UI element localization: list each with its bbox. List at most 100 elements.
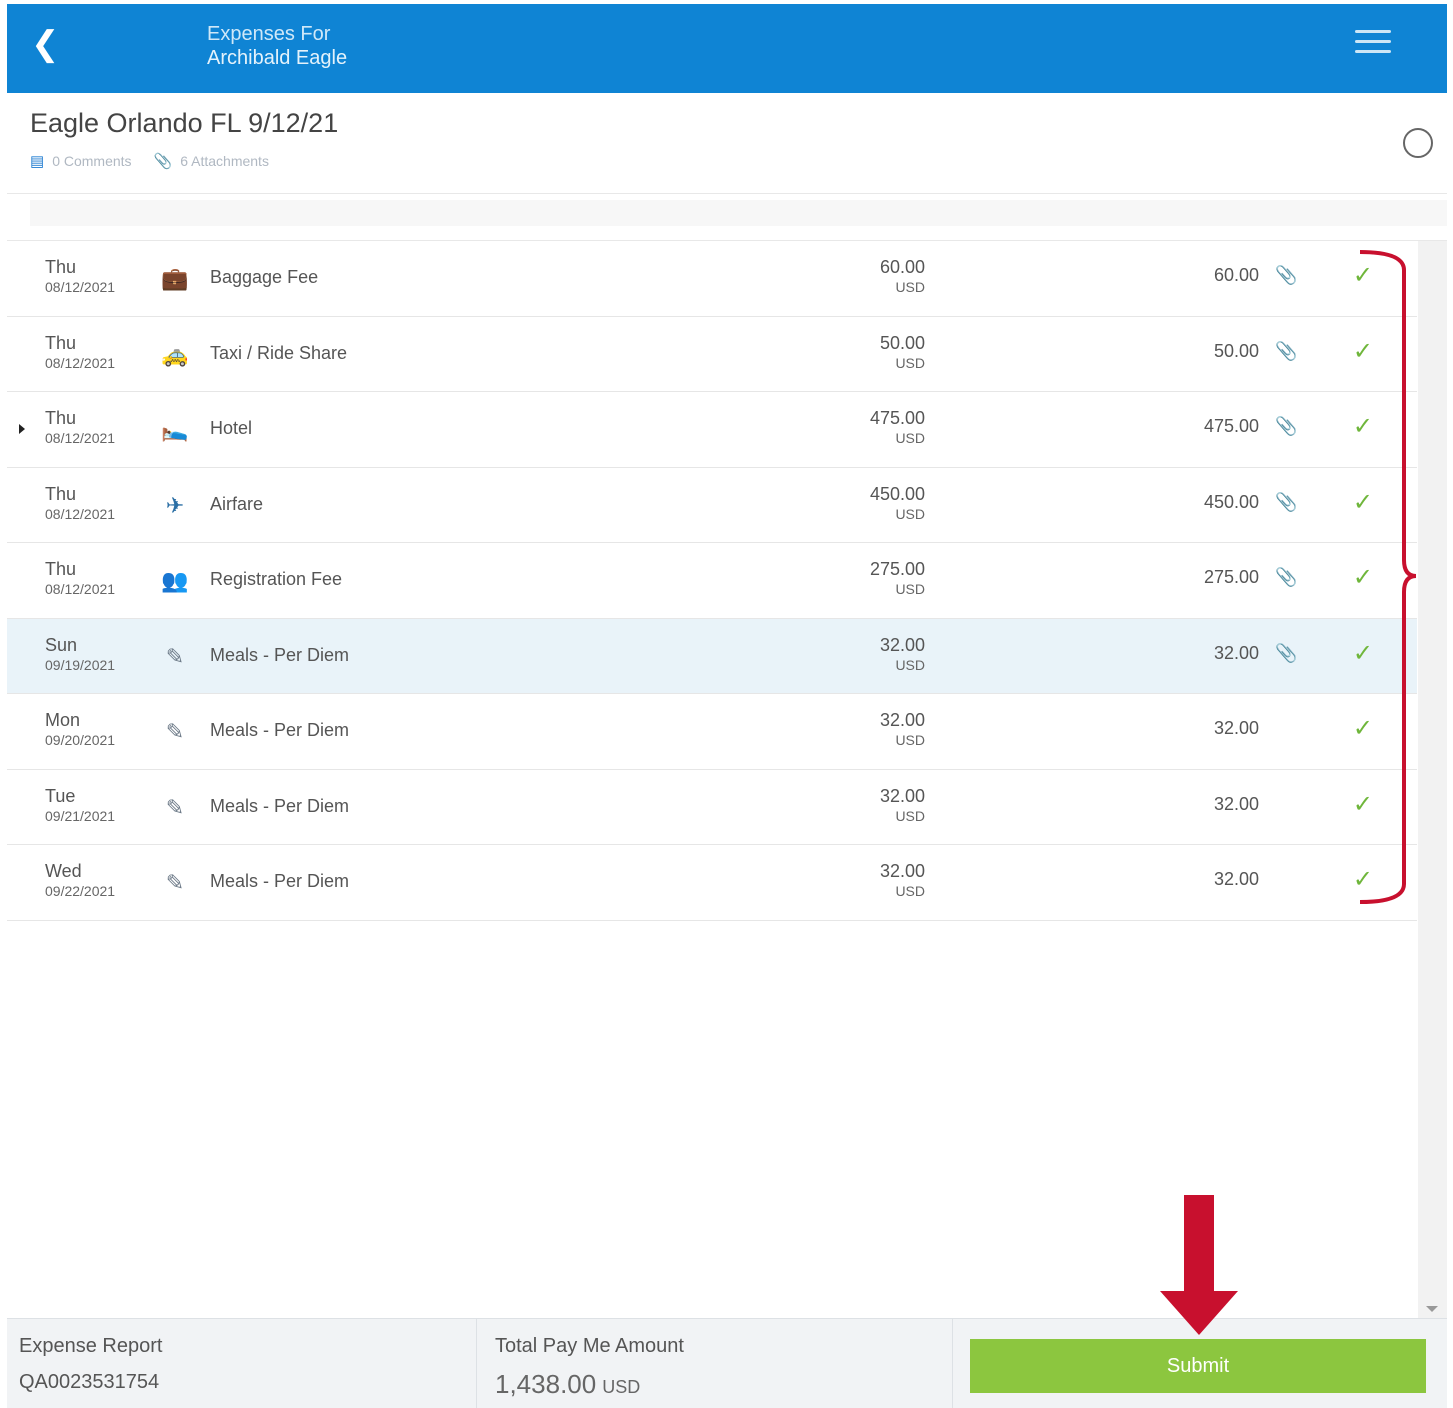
- expense-row[interactable]: Thu 08/12/2021 👥 Registration Fee 275.00…: [7, 543, 1417, 619]
- expense-row[interactable]: Thu 08/12/2021 🛌 Hotel 475.00 USD 475.00…: [7, 392, 1417, 468]
- approved-amount: 450.00: [1203, 491, 1259, 512]
- expense-type: Hotel: [210, 418, 253, 438]
- approved-amount: 32.00: [1213, 642, 1259, 663]
- expense-amount: 60.00: [879, 257, 925, 277]
- attachment-icon[interactable]: 📎: [1275, 492, 1297, 516]
- approved-amount: 32.00: [1213, 793, 1259, 814]
- total-currency: USD: [602, 1377, 641, 1397]
- divider: [7, 193, 1447, 194]
- expense-date: 08/12/2021: [45, 430, 116, 446]
- attachment-icon[interactable]: 📎: [1275, 416, 1297, 440]
- expense-currency: USD: [895, 354, 925, 371]
- total-label: Total Pay Me Amount: [495, 1335, 684, 1357]
- expense-currency: USD: [895, 581, 925, 597]
- expense-currency: USD: [895, 430, 925, 446]
- total-info: Total Pay Me Amount 1,438.00 USD: [478, 1319, 953, 1408]
- header-title: Expenses For Archibald Eagle: [207, 22, 347, 70]
- expense-list: Thu 08/12/2021 💼 Baggage Fee 60.00 USD 6…: [7, 241, 1417, 921]
- expense-row[interactable]: Thu 08/12/2021 🚕 Taxi / Ride Share 50.00…: [7, 317, 1417, 392]
- expense-row[interactable]: Sun 09/19/2021 ✎ Meals - Per Diem 32.00 …: [7, 618, 1417, 694]
- expense-type: Meals - Per Diem: [210, 644, 350, 665]
- expense-day: Tue: [45, 785, 76, 806]
- more-options-button[interactable]: [1403, 128, 1433, 158]
- approved-amount: 475.00: [1203, 416, 1259, 436]
- expense-amount: 450.00: [869, 483, 925, 504]
- expense-type: Airfare: [210, 493, 264, 514]
- attachment-icon[interactable]: 📎: [1275, 567, 1297, 591]
- expense-day: Thu: [45, 559, 77, 579]
- attachment-icon[interactable]: 📎: [1275, 341, 1297, 365]
- approved-amount: 50.00: [1213, 340, 1259, 361]
- expense-row[interactable]: Thu 08/12/2021 💼 Baggage Fee 60.00 USD 6…: [7, 241, 1417, 317]
- expense-row[interactable]: Wed 09/22/2021 ✎ Meals - Per Diem 32.00 …: [7, 845, 1417, 921]
- menu-icon[interactable]: [1355, 30, 1391, 56]
- approved-amount: 32.00: [1213, 869, 1259, 889]
- total-value: 1,438.00: [495, 1369, 597, 1399]
- expense-amount: 50.00: [879, 332, 925, 353]
- annotation-down-arrow-icon: [1160, 1195, 1238, 1335]
- approved-amount: 60.00: [1213, 265, 1259, 285]
- expense-amount: 32.00: [879, 861, 925, 881]
- expense-row[interactable]: Tue 09/21/2021 ✎ Meals - Per Diem 32.00 …: [7, 770, 1417, 845]
- expense-amount: 32.00: [879, 785, 925, 806]
- expense-day: Sun: [45, 634, 78, 655]
- total-amount: 1,438.00 USD: [495, 1369, 640, 1400]
- expand-caret-icon[interactable]: [19, 424, 25, 434]
- expense-row[interactable]: Mon 09/20/2021 ✎ Meals - Per Diem 32.00 …: [7, 694, 1417, 770]
- scroll-down-icon[interactable]: [1426, 1306, 1438, 1312]
- attachment-icon[interactable]: 📎: [1275, 265, 1297, 289]
- meals-icon: ✎: [165, 719, 185, 744]
- expense-date: 08/12/2021: [45, 279, 116, 295]
- taxi-icon: 🚕: [161, 341, 189, 367]
- report-meta: ▤ 0 Comments 📎 6 Attachments: [30, 152, 291, 170]
- attachments-link[interactable]: 📎 6 Attachments: [154, 152, 269, 170]
- comments-link[interactable]: ▤ 0 Comments: [30, 152, 132, 170]
- expense-type: Registration Fee: [210, 569, 343, 589]
- comment-icon: ▤: [30, 153, 45, 170]
- expense-date: 08/12/2021: [45, 581, 116, 597]
- expense-currency: USD: [895, 732, 925, 748]
- expense-date: 09/19/2021: [45, 656, 116, 673]
- comments-count: 0 Comments: [52, 153, 132, 169]
- expense-day: Mon: [45, 710, 81, 730]
- expense-type: Meals - Per Diem: [210, 795, 350, 816]
- registration-icon: 👥: [161, 568, 189, 593]
- expense-amount: 275.00: [869, 559, 925, 579]
- expense-type: Baggage Fee: [210, 267, 319, 287]
- expense-day: Thu: [45, 257, 77, 277]
- header-title-line2: Archibald Eagle: [207, 47, 348, 69]
- expense-date: 08/12/2021: [45, 505, 116, 522]
- expense-date: 09/20/2021: [45, 732, 116, 748]
- expense-currency: USD: [895, 883, 925, 899]
- expense-amount: 475.00: [869, 408, 925, 428]
- approved-amount: 32.00: [1213, 718, 1259, 738]
- expense-day: Thu: [45, 483, 77, 504]
- report-label: Expense Report: [19, 1335, 163, 1357]
- briefcase-icon: 💼: [161, 266, 189, 291]
- back-arrow-icon[interactable]: ❮: [31, 26, 65, 62]
- expense-type: Taxi / Ride Share: [210, 342, 348, 363]
- expense-type: Meals - Per Diem: [210, 720, 350, 740]
- expense-currency: USD: [895, 807, 925, 824]
- expense-day: Thu: [45, 332, 77, 353]
- expense-date: 09/22/2021: [45, 883, 116, 899]
- paperclip-icon: 📎: [153, 153, 173, 170]
- expense-day: Wed: [45, 861, 82, 881]
- attachment-icon[interactable]: 📎: [1275, 643, 1297, 667]
- list-toolbar: [30, 200, 1447, 226]
- expense-currency: USD: [895, 505, 925, 522]
- meals-icon: ✎: [165, 794, 185, 820]
- airplane-icon: ✈: [165, 492, 185, 518]
- expense-date: 08/12/2021: [45, 354, 116, 371]
- expense-day: Thu: [45, 408, 77, 428]
- expense-amount: 32.00: [879, 634, 925, 655]
- expense-currency: USD: [895, 656, 925, 673]
- expense-currency: USD: [895, 279, 925, 295]
- expense-row[interactable]: Thu 08/12/2021 ✈ Airfare 450.00 USD 450.…: [7, 468, 1417, 543]
- list-scrollbar[interactable]: [1418, 241, 1447, 1318]
- report-info: Expense Report QA0023531754: [7, 1319, 477, 1408]
- attachments-count: 6 Attachments: [180, 153, 269, 169]
- annotation-bracket: [1359, 250, 1416, 904]
- submit-button[interactable]: Submit: [970, 1339, 1426, 1393]
- expense-type: Meals - Per Diem: [210, 871, 350, 891]
